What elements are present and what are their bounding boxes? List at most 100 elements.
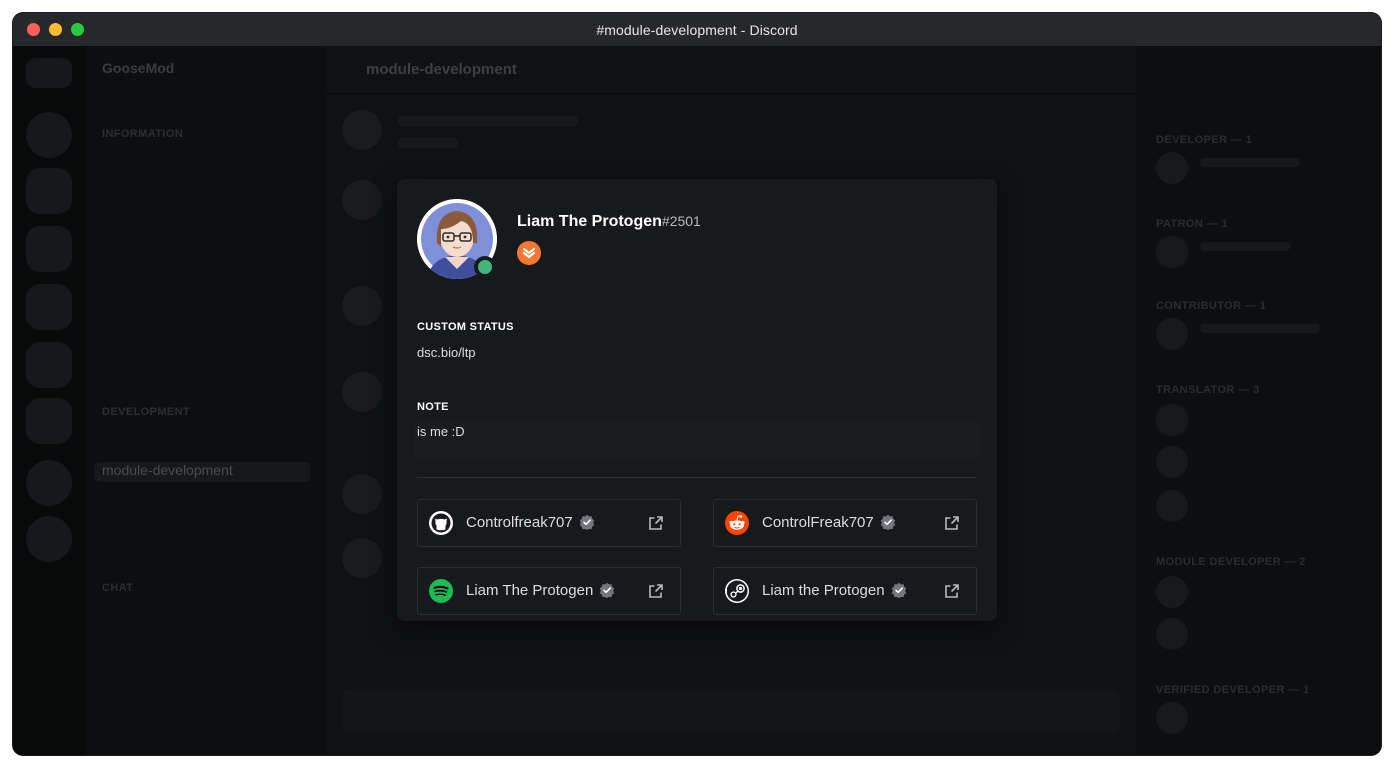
server-folder[interactable] xyxy=(26,168,72,214)
member-group-header: PATRON — 1 xyxy=(1156,218,1229,230)
member-avatar[interactable] xyxy=(1156,318,1188,350)
message-avatar[interactable] xyxy=(342,538,382,578)
account-name: ControlFreak707 xyxy=(762,514,896,531)
channel-item[interactable] xyxy=(102,638,302,658)
message-avatar[interactable] xyxy=(342,110,382,150)
github-icon xyxy=(429,511,453,535)
home-button[interactable] xyxy=(26,58,72,88)
channel-item[interactable] xyxy=(102,354,302,374)
member-avatar[interactable] xyxy=(1156,152,1188,184)
message-content xyxy=(398,138,458,148)
verified-icon xyxy=(600,582,615,598)
member-name[interactable] xyxy=(1200,158,1300,167)
channel-title: module-development xyxy=(366,61,517,78)
member-avatar[interactable] xyxy=(1156,404,1188,436)
discriminator: #2501 xyxy=(661,213,701,229)
account-name: Liam the Protogen xyxy=(762,582,907,599)
member-group-header: DEVELOPER — 1 xyxy=(1156,134,1253,146)
account-name-text: Liam The Protogen xyxy=(466,582,594,599)
note-heading: NOTE xyxy=(417,401,449,413)
verified-icon xyxy=(579,514,594,530)
channel-item[interactable] xyxy=(102,530,302,550)
online-status-icon xyxy=(474,256,496,278)
external-link-icon[interactable] xyxy=(944,515,960,531)
message-content xyxy=(398,116,578,126)
channel-item[interactable] xyxy=(102,286,302,306)
member-avatar[interactable] xyxy=(1156,490,1188,522)
channel-item[interactable] xyxy=(102,218,302,238)
connected-account-spotify[interactable]: Liam The Protogen xyxy=(417,567,681,615)
note-text[interactable]: is me :D xyxy=(417,424,465,439)
member-group-header: VERIFIED DEVELOPER — 1 xyxy=(1156,684,1310,696)
spotify-icon xyxy=(429,579,453,603)
chevron-down-icon xyxy=(522,247,536,259)
close-window-button[interactable] xyxy=(27,23,40,36)
connected-account-reddit[interactable]: ControlFreak707 xyxy=(713,499,977,547)
note-field[interactable] xyxy=(414,421,980,459)
verified-icon xyxy=(880,514,895,530)
channel-category[interactable]: DEVELOPMENT xyxy=(102,406,190,418)
maximize-window-button[interactable] xyxy=(71,23,84,36)
member-avatar[interactable] xyxy=(1156,446,1188,478)
custom-status-heading: CUSTOM STATUS xyxy=(417,321,514,333)
message-avatar[interactable] xyxy=(342,474,382,514)
member-list: DEVELOPER — 1 PATRON — 1 CONTRIBUTOR — 1… xyxy=(1136,46,1381,755)
hypesquad-bravery-icon[interactable] xyxy=(517,241,541,265)
member-avatar[interactable] xyxy=(1156,618,1188,650)
username: Liam The Protogen xyxy=(517,213,662,230)
member-avatar[interactable] xyxy=(1156,702,1188,734)
member-avatar[interactable] xyxy=(1156,576,1188,608)
channel-item[interactable] xyxy=(102,428,302,448)
server-icon[interactable] xyxy=(26,112,72,158)
external-link-icon[interactable] xyxy=(648,583,664,599)
server-folder[interactable] xyxy=(26,284,72,330)
member-name[interactable] xyxy=(1200,324,1320,333)
window-controls xyxy=(27,23,84,36)
channel-item[interactable] xyxy=(102,252,302,272)
server-name[interactable]: GooseMod xyxy=(102,60,174,76)
section-divider xyxy=(417,477,977,478)
connected-account-github[interactable]: Controlfreak707 xyxy=(417,499,681,547)
account-name-text: ControlFreak707 xyxy=(762,514,874,531)
reddit-icon xyxy=(725,511,749,535)
window-title: #module-development - Discord xyxy=(596,21,798,38)
chat-header: module-development xyxy=(326,46,1136,94)
message-avatar[interactable] xyxy=(342,372,382,412)
server-folder[interactable] xyxy=(26,342,72,388)
explore-servers-button[interactable] xyxy=(26,516,72,562)
channel-item-active[interactable]: module-development xyxy=(94,462,310,482)
verified-icon xyxy=(891,582,906,598)
minimize-window-button[interactable] xyxy=(49,23,62,36)
member-group-header: MODULE DEVELOPER — 2 xyxy=(1156,556,1306,568)
message-avatar[interactable] xyxy=(342,180,382,220)
channel-item[interactable] xyxy=(102,150,302,170)
message-avatar[interactable] xyxy=(342,286,382,326)
member-avatar[interactable] xyxy=(1156,236,1188,268)
steam-icon xyxy=(725,579,749,603)
channel-item[interactable] xyxy=(102,672,302,692)
channel-item[interactable] xyxy=(102,184,302,204)
external-link-icon[interactable] xyxy=(944,583,960,599)
channel-item[interactable] xyxy=(102,496,302,516)
server-folder[interactable] xyxy=(26,398,72,444)
user-profile-popout: Liam The Protogen#2501 CUSTOM STATUS dsc… xyxy=(397,179,997,621)
account-name: Liam The Protogen xyxy=(466,582,615,599)
member-group-header: TRANSLATOR — 3 xyxy=(1156,384,1260,396)
channel-category[interactable]: CHAT xyxy=(102,582,133,594)
channel-item[interactable] xyxy=(102,604,302,624)
add-server-button[interactable] xyxy=(26,460,72,506)
server-list xyxy=(13,46,86,755)
profile-avatar[interactable] xyxy=(417,199,497,279)
channel-sidebar: GooseMod INFORMATION DEVELOPMENT module-… xyxy=(86,46,326,755)
channel-item[interactable] xyxy=(102,320,302,340)
account-name-text: Liam the Protogen xyxy=(762,582,885,599)
connected-account-steam[interactable]: Liam the Protogen xyxy=(713,567,977,615)
server-folder[interactable] xyxy=(26,226,72,272)
channel-category[interactable]: INFORMATION xyxy=(102,128,183,140)
account-name-text: Controlfreak707 xyxy=(466,514,573,531)
member-name[interactable] xyxy=(1200,242,1290,251)
external-link-icon[interactable] xyxy=(648,515,664,531)
profile-name: Liam The Protogen#2501 xyxy=(517,213,701,231)
message-input[interactable] xyxy=(342,689,1120,733)
status-indicator xyxy=(478,260,492,274)
